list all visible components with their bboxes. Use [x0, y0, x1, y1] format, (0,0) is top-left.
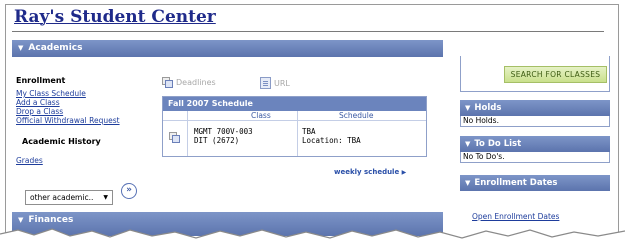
other-academic-select[interactable]: other academic.. ▼ [25, 190, 113, 205]
torn-edge-decoration [0, 228, 625, 248]
column-divider [187, 111, 188, 156]
academic-history-heading: Academic History [22, 137, 101, 146]
todo-text: No To Do's. [460, 152, 610, 163]
schedule-header-row: Class Schedule [163, 111, 426, 121]
schedule-title: Fall 2007 Schedule [163, 97, 426, 111]
class-column-header: Class [251, 111, 271, 120]
column-divider [297, 111, 298, 156]
holds-header[interactable]: ▼ Holds [460, 100, 610, 116]
holds-header-label: Holds [474, 103, 502, 113]
enrollment-dates-panel: ▼ Enrollment Dates [460, 175, 610, 191]
other-academic-value: other academic.. [30, 193, 94, 202]
todo-header[interactable]: ▼ To Do List [460, 136, 610, 152]
collapse-triangle-icon: ▼ [18, 216, 24, 224]
academics-header-label: Academics [28, 43, 83, 53]
weekly-schedule-label: weekly schedule [334, 168, 400, 176]
search-for-classes-button[interactable]: SEARCH FOR CLASSES [504, 66, 607, 83]
enrollment-heading: Enrollment [16, 76, 66, 85]
url-icon [260, 77, 271, 89]
page-title: Ray's Student Center [14, 7, 216, 27]
grades-link[interactable]: Grades [16, 156, 43, 165]
open-enrollment-dates-link[interactable]: Open Enrollment Dates [472, 212, 559, 221]
collapse-triangle-icon: ▼ [465, 140, 471, 148]
schedule-column-header: Schedule [339, 111, 374, 120]
holds-panel: ▼ Holds No Holds. [460, 100, 610, 127]
class-code: MGMT 700V-003 [194, 127, 253, 136]
class-detail-icon[interactable] [169, 132, 181, 144]
class-section: DIT (2672) [194, 136, 240, 145]
weekly-schedule-link[interactable]: weekly schedule ▶ [334, 168, 406, 176]
arrow-right-icon: ▶ [401, 169, 407, 176]
go-button[interactable]: » [121, 183, 137, 199]
withdrawal-request-link[interactable]: Official Withdrawal Request [16, 116, 120, 125]
chevron-down-icon: ▼ [103, 194, 108, 201]
schedule-location: Location: TBA [302, 136, 361, 145]
collapse-triangle-icon: ▼ [465, 104, 471, 112]
holds-text: No Holds. [460, 116, 610, 127]
collapse-triangle-icon: ▼ [18, 44, 24, 52]
deadlines-button[interactable]: Deadlines [162, 77, 216, 88]
todo-panel: ▼ To Do List No To Do's. [460, 136, 610, 163]
academics-header[interactable]: ▼ Academics [12, 40, 443, 57]
enrollment-dates-header-label: Enrollment Dates [474, 178, 558, 188]
todo-header-label: To Do List [474, 139, 522, 149]
class-cell: MGMT 700V-003 DIT (2672) [194, 127, 253, 145]
collapse-triangle-icon: ▼ [465, 179, 471, 187]
schedule-time: TBA [302, 127, 316, 136]
schedule-cell: TBA Location: TBA [302, 127, 361, 145]
enrollment-links: My Class Schedule Add a Class Drop a Cla… [16, 86, 120, 125]
url-label: URL [274, 78, 290, 88]
url-button[interactable]: URL [260, 77, 290, 89]
schedule-table: Fall 2007 Schedule Class Schedule MGMT 7… [162, 96, 427, 157]
deadlines-label: Deadlines [176, 78, 216, 87]
title-divider [12, 31, 604, 32]
enrollment-dates-header[interactable]: ▼ Enrollment Dates [460, 175, 610, 191]
deadlines-icon [162, 77, 173, 88]
